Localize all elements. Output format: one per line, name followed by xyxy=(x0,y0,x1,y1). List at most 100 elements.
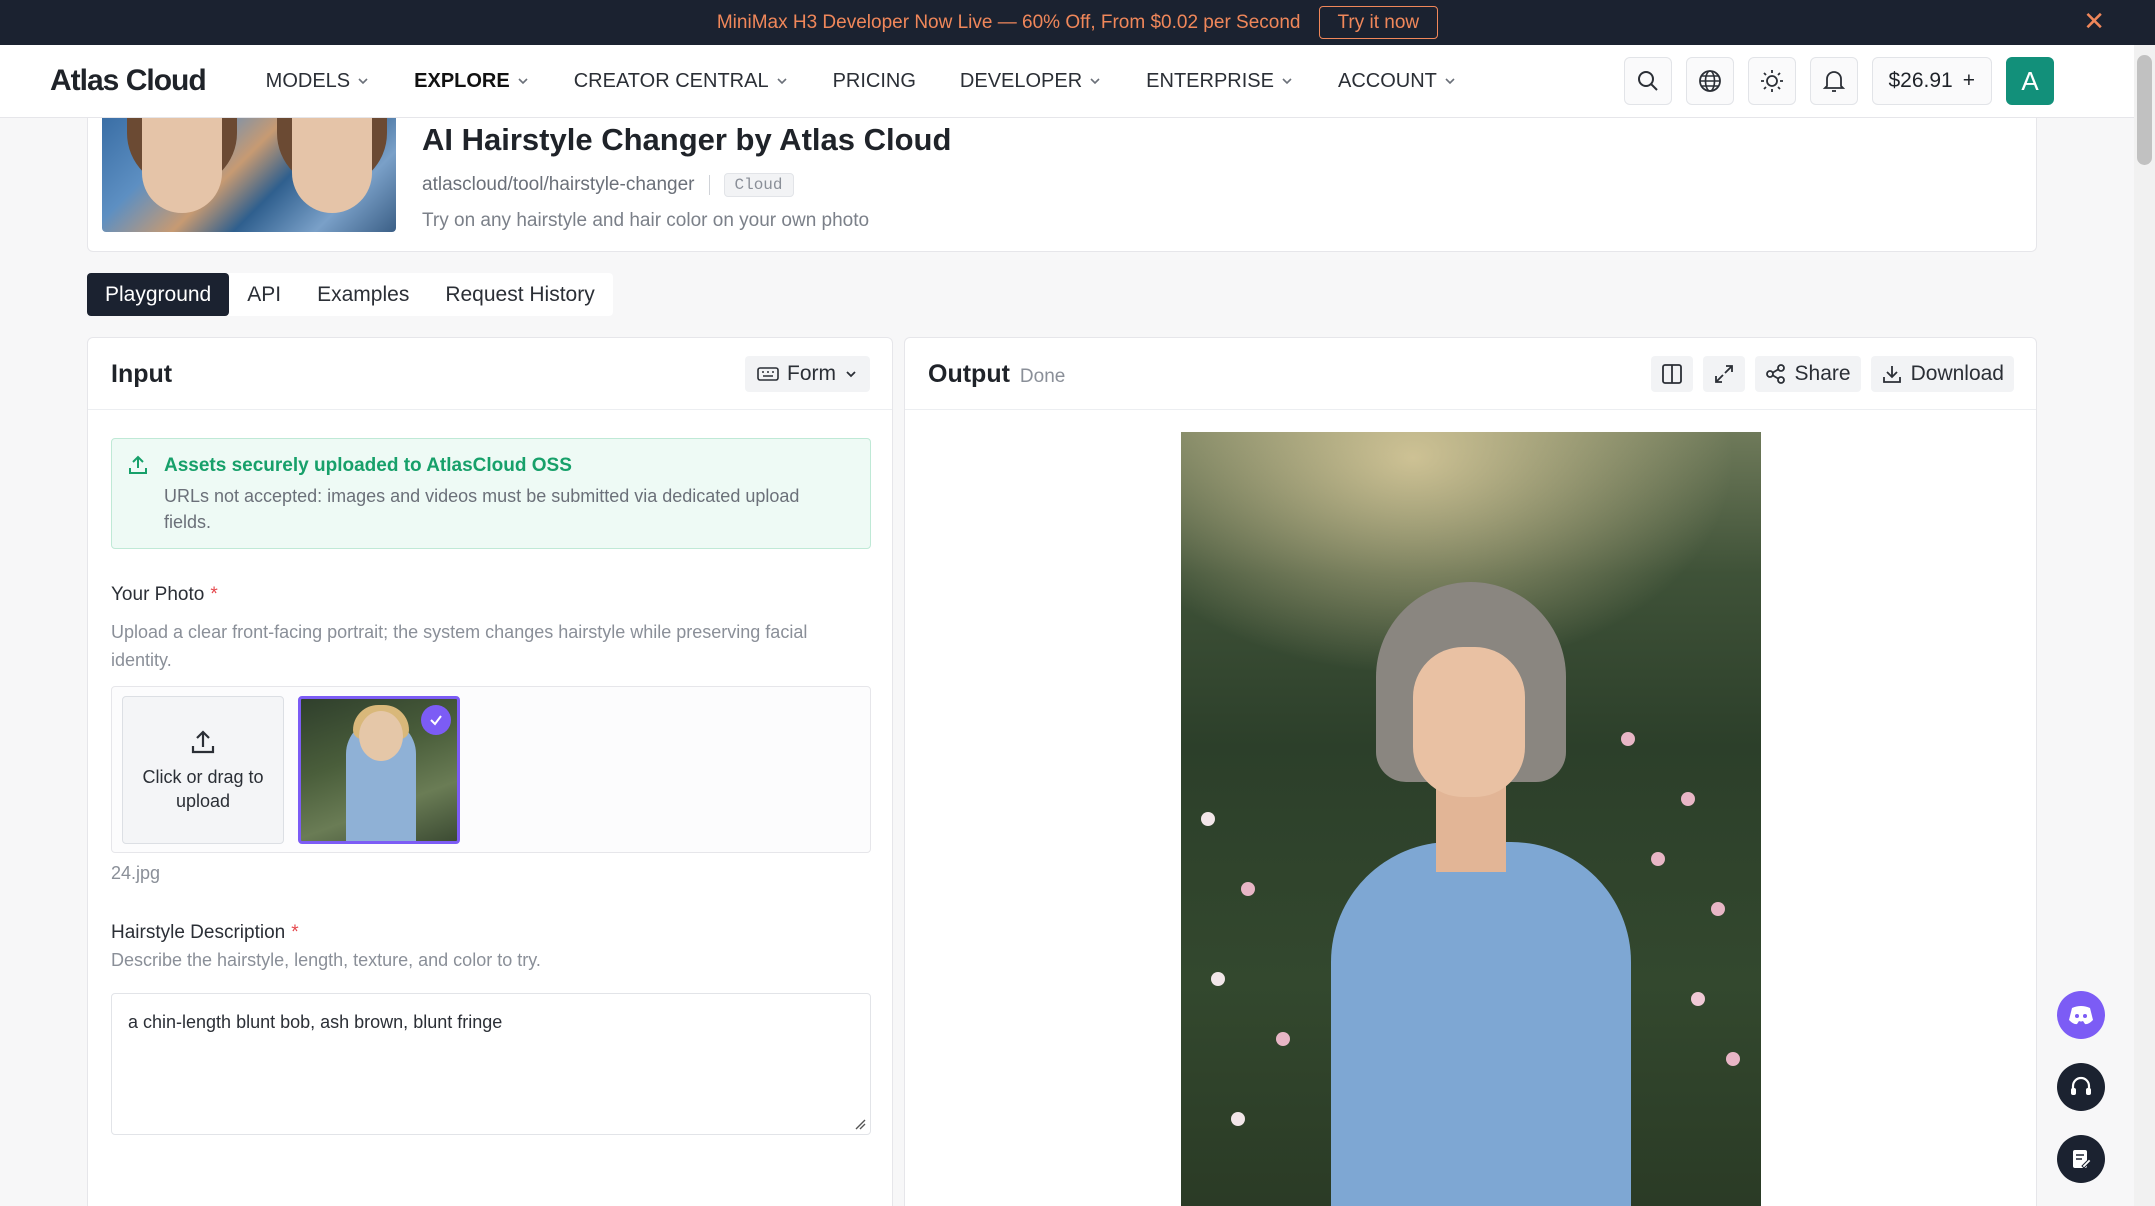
notice-title: Assets securely uploaded to AtlasCloud O… xyxy=(164,455,572,476)
field-label-text: Hairstyle Description xyxy=(111,922,286,943)
notifications-button[interactable] xyxy=(1809,57,1858,105)
feedback-button[interactable] xyxy=(2057,1135,2105,1183)
discord-button[interactable] xyxy=(2057,991,2105,1039)
model-path-row: atlascloud/tool/hairstyle-changer Cloud xyxy=(422,173,794,197)
nav-item-account[interactable]: ACCOUNT xyxy=(1338,70,1457,93)
avatar[interactable]: A xyxy=(2006,57,2054,105)
hairstyle-description-label: Hairstyle Description * xyxy=(111,922,299,944)
promo-text: MiniMax H3 Developer Now Live — 60% Off,… xyxy=(716,11,1301,33)
nav-item-label: PRICING xyxy=(832,69,916,92)
search-icon xyxy=(1637,71,1658,91)
input-panel: Input Form Assets securely uploaded to A… xyxy=(87,337,893,1206)
expand-icon xyxy=(1714,365,1733,383)
page-title: AI Hairstyle Changer by Atlas Cloud xyxy=(422,122,952,157)
promo-banner: MiniMax H3 Developer Now Live — 60% Off,… xyxy=(0,0,2155,45)
columns-icon xyxy=(1661,364,1682,384)
upload-text: Click or drag to upload xyxy=(142,767,264,811)
nav-item-enterprise[interactable]: ENTERPRISE xyxy=(1146,70,1294,93)
chevron-down-icon xyxy=(1445,78,1455,85)
tab-request-history[interactable]: Request History xyxy=(427,273,612,316)
chevron-down-icon xyxy=(518,78,528,85)
uploaded-photo-thumbnail[interactable] xyxy=(298,696,460,844)
download-button[interactable]: Download xyxy=(1870,356,2014,392)
hairstyle-description-help: Describe the hairstyle, length, texture,… xyxy=(111,950,541,970)
chevron-down-icon xyxy=(846,371,856,378)
uploaded-file-name: 24.jpg xyxy=(111,863,161,883)
your-photo-label: Your Photo * xyxy=(111,584,218,606)
upload-dropzone[interactable]: Click or drag to upload xyxy=(122,696,284,844)
atlas-cloud-logo[interactable]: Atlas Cloud xyxy=(50,64,207,98)
tab-api[interactable]: API xyxy=(229,273,299,316)
output-panel-header: Output Done Share Download xyxy=(905,338,2036,410)
model-description: Try on any hairstyle and hair color on y… xyxy=(422,210,870,231)
nav-item-label: EXPLORE xyxy=(414,69,510,92)
close-icon[interactable]: ✕ xyxy=(2083,8,2105,34)
divider xyxy=(708,175,710,195)
cloud-tag: Cloud xyxy=(723,173,794,197)
keyboard-icon xyxy=(757,367,779,381)
model-thumbnail xyxy=(102,118,396,232)
nav-item-pricing[interactable]: PRICING xyxy=(833,70,916,93)
form-mode-dropdown[interactable]: Form xyxy=(745,356,870,392)
upload-icon xyxy=(129,455,147,474)
input-panel-header: Input Form xyxy=(88,338,892,410)
notice-text: URLs not accepted: images and videos mus… xyxy=(164,486,800,532)
chevron-down-icon xyxy=(776,78,787,85)
nav-item-label: DEVELOPER xyxy=(959,69,1083,92)
chevron-down-icon xyxy=(1090,78,1100,85)
balance-amount: $26.91 xyxy=(1888,69,1953,92)
check-icon xyxy=(421,705,451,735)
nav-item-creator-central[interactable]: CREATOR CENTRAL xyxy=(574,70,789,93)
chevron-down-icon xyxy=(358,78,368,85)
sun-icon xyxy=(1760,70,1783,92)
search-button[interactable] xyxy=(1623,57,1672,105)
support-button[interactable] xyxy=(2057,1063,2105,1111)
nav-item-models[interactable]: MODELS xyxy=(266,70,370,93)
theme-toggle-button[interactable] xyxy=(1747,57,1796,105)
headset-icon xyxy=(2071,1076,2091,1095)
nav-item-developer[interactable]: DEVELOPER xyxy=(960,70,1102,93)
top-navigation: Atlas Cloud MODELS EXPLORE CREATOR CENTR… xyxy=(0,45,2134,118)
textarea-value: a chin-length blunt bob, ash brown, blun… xyxy=(128,1012,503,1032)
download-icon xyxy=(1882,366,1901,383)
output-panel: Output Done Share Download xyxy=(904,337,2037,1206)
nav-actions: $26.91 + A xyxy=(1623,57,2054,105)
nav-item-label: ENTERPRISE xyxy=(1146,69,1274,92)
upload-notice: Assets securely uploaded to AtlasCloud O… xyxy=(111,438,871,549)
output-title-row: Output Done xyxy=(928,360,1065,389)
nav-item-explore[interactable]: EXPLORE xyxy=(414,70,530,93)
balance-button[interactable]: $26.91 + xyxy=(1871,57,1992,105)
model-header-card: AI Hairstyle Changer by Atlas Cloud atla… xyxy=(87,118,2037,252)
your-photo-help: Upload a clear front-facing portrait; th… xyxy=(111,622,808,670)
share-label: Share xyxy=(1794,362,1851,385)
field-label-text: Your Photo xyxy=(111,584,205,605)
hairstyle-description-textarea[interactable]: a chin-length blunt bob, ash brown, blun… xyxy=(111,993,871,1135)
share-button[interactable]: Share xyxy=(1754,356,1861,392)
scrollbar-thumb[interactable] xyxy=(2137,55,2152,165)
tab-playground[interactable]: Playground xyxy=(87,273,230,316)
discord-icon xyxy=(2069,1006,2093,1025)
nav-item-label: CREATOR CENTRAL xyxy=(573,69,769,92)
photo-upload-area: Click or drag to upload xyxy=(111,686,871,853)
tab-examples[interactable]: Examples xyxy=(299,273,427,316)
tab-bar: Playground API Examples Request History xyxy=(87,273,613,316)
output-toolbar: Share Download xyxy=(1650,356,2014,392)
globe-icon xyxy=(1698,70,1721,92)
language-button[interactable] xyxy=(1685,57,1734,105)
download-label: Download xyxy=(1910,362,2004,385)
fullscreen-button[interactable] xyxy=(1702,356,1745,392)
upload-icon xyxy=(191,730,215,754)
model-path: atlascloud/tool/hairstyle-changer xyxy=(422,174,695,195)
status-badge: Done xyxy=(1019,366,1066,387)
edit-note-icon xyxy=(2073,1150,2092,1169)
add-funds-icon: + xyxy=(1962,69,1975,92)
page-scrollbar[interactable] xyxy=(2134,45,2155,1206)
try-it-now-button[interactable]: Try it now xyxy=(1318,6,1439,39)
generated-output-image[interactable] xyxy=(1181,432,1761,1206)
split-view-button[interactable] xyxy=(1650,356,1693,392)
nav-item-label: ACCOUNT xyxy=(1337,69,1437,92)
required-mark: * xyxy=(210,584,218,605)
resize-handle-icon[interactable] xyxy=(854,1118,866,1130)
bell-icon xyxy=(1822,71,1845,92)
share-icon xyxy=(1765,364,1785,384)
